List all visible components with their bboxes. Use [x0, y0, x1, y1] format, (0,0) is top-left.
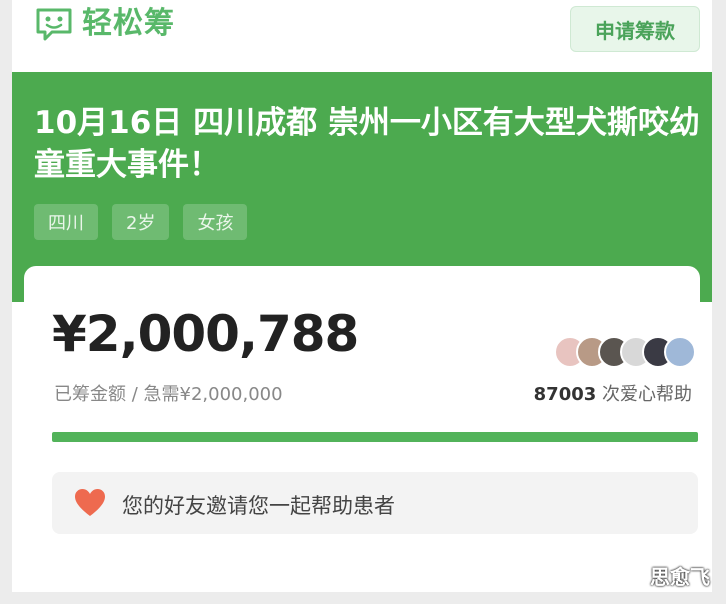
logo-icon [36, 8, 72, 41]
progress-bar [52, 432, 698, 442]
campaign-title: 10月16日 四川成都 崇州一小区有大型犬撕咬幼童重大事件！ [34, 105, 700, 183]
funding-card: ¥2,000,788 已筹金额 / 急需¥2,000,000 87003 次爱心… [24, 266, 700, 584]
tag-age: 2岁 [112, 204, 170, 240]
donation-page: 轻松筹 申请筹款 10月16日 四川成都 崇州一小区有大型犬撕咬幼童重大事件！ … [12, 0, 712, 592]
progress-fill [52, 432, 698, 442]
helper-count: 87003 [533, 384, 597, 405]
heart-icon [75, 489, 105, 516]
invite-banner[interactable]: 您的好友邀请您一起帮助患者 [52, 472, 698, 534]
tag-gender: 女孩 [183, 204, 248, 240]
logo-text: 轻松筹 [82, 6, 175, 41]
apply-fundraising-button[interactable]: 申请筹款 [570, 6, 700, 52]
campaign-tags: 四川 2岁 女孩 [34, 204, 248, 240]
raised-label: 已筹金额 / 急需¥2,000,000 [54, 384, 283, 405]
helper-suffix: 次爱心帮助 [602, 384, 692, 405]
helper-count-line: 87003 次爱心帮助 [534, 380, 692, 406]
tag-location: 四川 [34, 204, 98, 240]
top-bar: 轻松筹 申请筹款 [12, 0, 712, 72]
helper-avatars[interactable] [554, 336, 696, 368]
watermark: 思愈飞 [650, 565, 710, 589]
avatar [664, 336, 696, 368]
raised-amount: ¥2,000,788 [52, 305, 359, 363]
invite-text: 您的好友邀请您一起帮助患者 [122, 494, 395, 518]
